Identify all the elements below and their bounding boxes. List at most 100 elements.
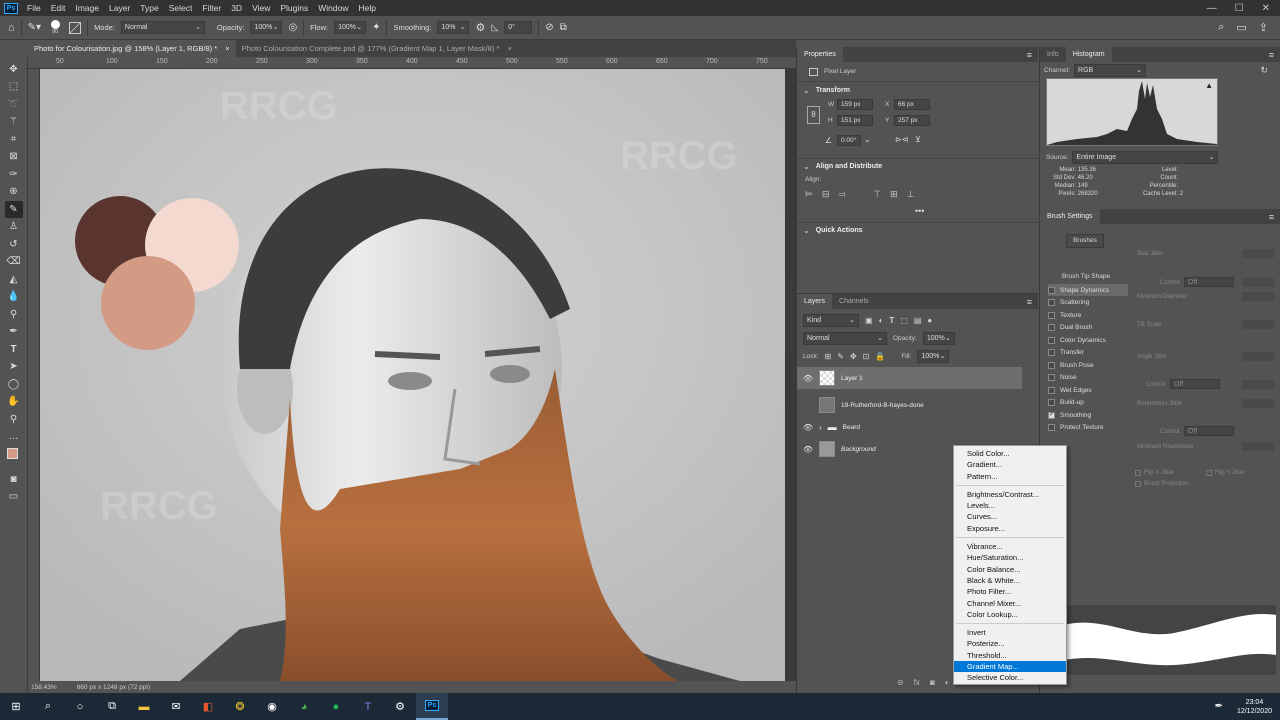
brush-option-item[interactable]: Shape Dynamics — [1048, 284, 1128, 296]
add-mask-icon[interactable]: ◙ — [930, 678, 935, 687]
menu-file[interactable]: File — [22, 0, 46, 16]
menu-item[interactable]: Vibrance... — [954, 541, 1066, 552]
document-canvas[interactable]: RRCG RRCG RRCG — [40, 69, 785, 681]
visibility-eye-icon[interactable]: 👁 — [801, 445, 815, 454]
chevron-down-icon[interactable]: ⌄ — [864, 135, 871, 144]
tab-photo-for-colourisation[interactable]: Photo for Colourisation.jpg @ 158% (Laye… — [28, 40, 236, 57]
tab-close-icon[interactable]: × — [507, 44, 511, 53]
tab-photo-colourisation-complete[interactable]: Photo Colourisation Complete.psd @ 177% … — [236, 40, 518, 57]
menu-item-gradient-map[interactable]: Gradient Map... — [954, 661, 1066, 673]
visibility-eye-icon[interactable]: 👁 — [801, 374, 815, 383]
menu-image[interactable]: Image — [70, 0, 104, 16]
eraser-tool-icon[interactable]: ⌫ — [5, 254, 23, 271]
photoshop-taskbar-icon[interactable]: Ps — [416, 693, 448, 720]
eyedropper-tool-icon[interactable]: ✑ — [5, 166, 23, 183]
menu-item[interactable]: Color Balance... — [954, 564, 1066, 575]
menu-window[interactable]: Window — [313, 0, 353, 16]
kind-filter-select[interactable]: Kind ⌄ — [803, 313, 859, 327]
brush-option-item[interactable]: Dual Brush — [1048, 322, 1128, 334]
hand-tool-icon[interactable]: ✋ — [5, 394, 23, 411]
slider-value-box[interactable] — [1242, 442, 1274, 451]
foreground-color-swatch[interactable] — [6, 448, 18, 459]
opacity-input[interactable]: 100% ⌄ — [250, 21, 283, 34]
layer-name[interactable]: Background — [841, 446, 876, 453]
lasso-tool-icon[interactable]: ➰ — [5, 96, 23, 113]
zoom-tool-icon[interactable]: ⚲ — [5, 411, 23, 428]
menu-plugins[interactable]: Plugins — [275, 0, 313, 16]
slider-value-box[interactable] — [1242, 249, 1274, 258]
slider-value-box[interactable] — [1242, 352, 1274, 361]
more-tools-icon[interactable]: … — [5, 429, 23, 446]
mail-icon[interactable]: ✉ — [160, 693, 192, 720]
pressure-size-icon[interactable]: ⊘ — [545, 22, 553, 33]
new-adjustment-layer-icon[interactable]: ◐ — [945, 678, 950, 687]
checkbox[interactable] — [1048, 361, 1055, 369]
lock-image-icon[interactable]: ✎ — [837, 352, 844, 361]
menu-type[interactable]: Type — [135, 0, 163, 16]
slider-value-box[interactable] — [1242, 399, 1274, 408]
smoothing-input[interactable]: 10% ⌄ — [437, 21, 470, 34]
tab-info[interactable]: Info — [1040, 47, 1066, 62]
transform-header[interactable]: ⌄ Transform — [797, 82, 1038, 98]
tab-properties[interactable]: Properties — [797, 47, 843, 62]
menu-item[interactable]: Exposure... — [954, 523, 1066, 534]
tab-histogram[interactable]: Histogram — [1065, 47, 1112, 62]
menu-item[interactable]: Selective Color... — [954, 672, 1066, 683]
brush-preset-picker[interactable]: 90 — [47, 20, 63, 35]
type-filter-icon[interactable]: T — [889, 316, 894, 325]
add-style-icon[interactable]: fx — [914, 678, 920, 687]
document-size[interactable]: 860 px x 1248 px (72 ppi) — [77, 684, 150, 691]
flip-vertical-icon[interactable]: ⊻ — [915, 135, 921, 144]
menu-item[interactable]: Curves... — [954, 511, 1066, 522]
tab-channels[interactable]: Channels — [832, 294, 876, 309]
layer-group-row[interactable]: 👁 › ▬ Beard — [797, 416, 1022, 438]
menu-help[interactable]: Help — [353, 0, 380, 16]
menu-layer[interactable]: Layer — [104, 0, 135, 16]
dodge-tool-icon[interactable]: ⚲ — [5, 306, 23, 323]
brush-settings-toggle-icon[interactable] — [69, 21, 82, 34]
healing-brush-tool-icon[interactable]: ⊕ — [5, 184, 23, 201]
checkbox[interactable] — [1048, 424, 1055, 431]
menu-item[interactable]: Hue/Saturation... — [954, 552, 1066, 563]
slider-value-box[interactable] — [1242, 320, 1274, 329]
link-layers-icon[interactable]: ⊝ — [897, 678, 904, 687]
brush-tip-shape-item[interactable]: Brush Tip Shape — [1062, 273, 1110, 280]
teams-icon[interactable]: T — [352, 693, 384, 720]
blur-tool-icon[interactable]: 💧 — [5, 289, 23, 306]
type-tool-icon[interactable]: T — [5, 341, 23, 358]
menu-item[interactable]: Black & White... — [954, 575, 1066, 586]
flip-y-checkbox[interactable] — [1206, 470, 1212, 476]
smart-object-filter-icon[interactable]: ▤ — [914, 316, 922, 325]
filter-toggle-icon[interactable]: ● — [927, 316, 932, 325]
task-view-icon[interactable]: ⧉ — [96, 693, 128, 720]
tab-close-icon[interactable]: × — [225, 44, 229, 53]
panel-menu-icon[interactable]: ≡ — [1027, 297, 1038, 307]
menu-item[interactable]: Posterize... — [954, 638, 1066, 649]
checkbox[interactable] — [1048, 336, 1055, 344]
menu-item[interactable]: Photo Filter... — [954, 586, 1066, 597]
path-selection-tool-icon[interactable]: ➤ — [5, 359, 23, 376]
checkbox[interactable] — [1048, 311, 1055, 319]
quick-mask-icon[interactable]: ◙ — [5, 471, 23, 488]
channel-select[interactable]: RGB ⌄ — [1074, 63, 1147, 77]
smoothing-options-gear-icon[interactable]: ⚙ — [475, 21, 485, 34]
brush-option-item[interactable]: Protect Texture — [1048, 422, 1128, 434]
align-bottom-icon[interactable]: ⊥ — [907, 189, 915, 200]
height-input[interactable]: 151 px — [837, 115, 873, 126]
tab-brush-settings[interactable]: Brush Settings — [1040, 209, 1100, 224]
pressure-opacity-icon[interactable]: ◎ — [288, 22, 297, 33]
checkbox[interactable] — [1048, 374, 1055, 381]
frame-tool-icon[interactable]: ⊠ — [5, 149, 23, 166]
slider-value-box[interactable] — [1242, 292, 1274, 301]
home-icon[interactable]: ⌂ — [8, 22, 15, 34]
panel-menu-icon[interactable]: ≡ — [1269, 212, 1280, 222]
panel-menu-icon[interactable]: ≡ — [1027, 50, 1038, 60]
crop-tool-icon[interactable]: ⌗ — [5, 131, 23, 148]
lock-artboard-icon[interactable]: ⊡ — [863, 352, 870, 361]
search-icon[interactable]: ⌕ — [32, 693, 64, 720]
file-explorer-icon[interactable]: ▬ — [128, 693, 160, 720]
checkbox[interactable] — [1048, 299, 1055, 306]
visibility-eye-icon[interactable]: 👁 — [801, 423, 815, 432]
pen-icon[interactable]: ✒ — [1215, 701, 1223, 712]
maximize-button[interactable]: ☐ — [1235, 3, 1244, 14]
